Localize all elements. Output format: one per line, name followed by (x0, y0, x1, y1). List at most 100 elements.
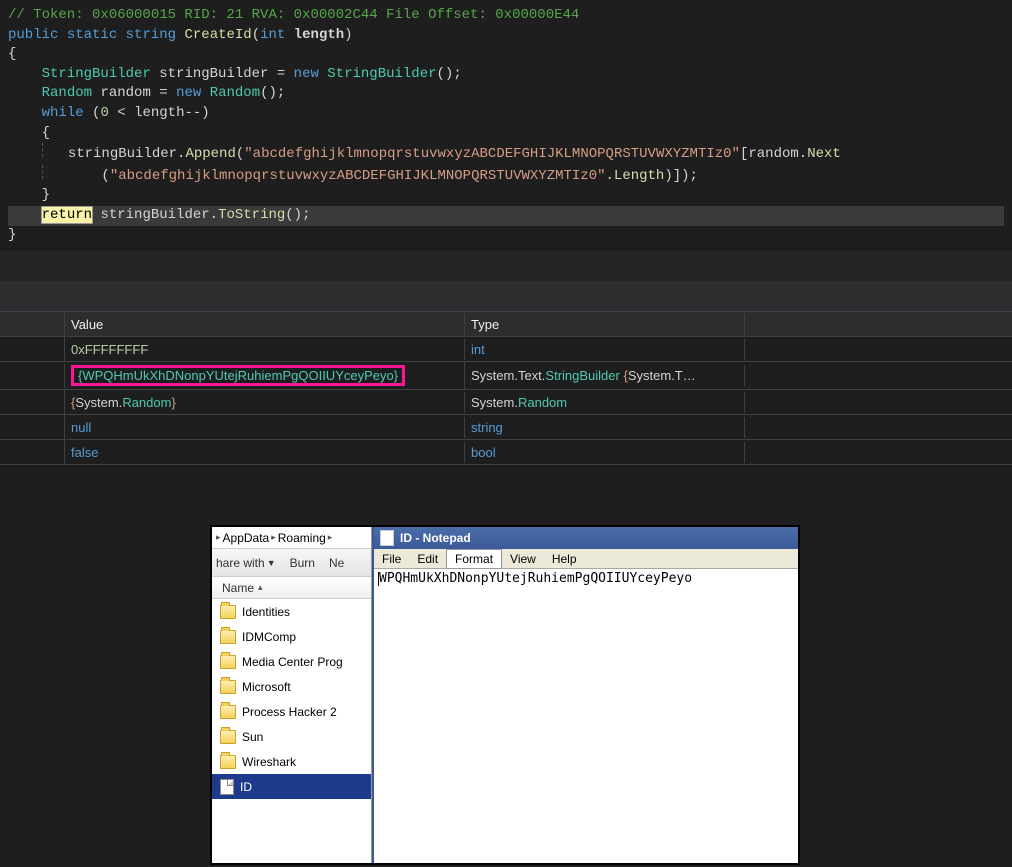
str-alpha1: "abcdefghijklmnopqrstuvwxyzABCDEFGHIJKLM… (244, 146, 740, 162)
menu-format[interactable]: Format (446, 549, 502, 569)
burn-button[interactable]: Burn (290, 556, 315, 570)
var-stringbuilder: stringBuilder (159, 66, 268, 82)
notepad-window: ID - Notepad FileEditFormatViewHelp WPQH… (372, 527, 798, 863)
grid-row[interactable]: null string (0, 415, 1012, 440)
locals-grid: Value Type 0xFFFFFFFF int {WPQHmUkXhDNon… (0, 311, 1012, 465)
chevron-icon[interactable]: ▸ (328, 532, 333, 543)
type-ns: System.Text. (471, 368, 545, 383)
menu-edit[interactable]: Edit (409, 550, 446, 568)
type-random2: Random (210, 85, 260, 101)
file-label: ID (240, 780, 252, 794)
file-label: Media Center Prog (242, 655, 343, 669)
kw-new2: new (176, 85, 201, 101)
panel-divider2 (0, 281, 1012, 311)
var-random2: random (748, 146, 798, 162)
grid-row[interactable]: false bool (0, 440, 1012, 465)
file-row[interactable]: Identities (212, 599, 371, 624)
sort-asc-icon[interactable]: ▴ (258, 582, 263, 593)
lit-zero: 0 (100, 105, 108, 121)
code-comment: // Token: 0x06000015 RID: 21 RVA: 0x0000… (8, 7, 579, 23)
grid-row[interactable]: {System.Random} System.Random (0, 390, 1012, 415)
prop-length: Length (614, 168, 664, 184)
ref-length: length (134, 105, 184, 121)
kw-string: string (126, 27, 176, 43)
file-list[interactable]: Identities IDMComp Media Center Prog Micros… (212, 599, 371, 863)
call-append: Append (185, 146, 235, 162)
file-row[interactable]: ID (212, 774, 371, 799)
type-string: string (471, 420, 503, 435)
highlighted-return: return (42, 207, 92, 223)
menu-file[interactable]: File (374, 550, 409, 568)
file-label: Identities (242, 605, 290, 619)
folder-icon (220, 705, 236, 719)
col-header-name[interactable]: Name (222, 581, 254, 595)
kw-while: while (42, 105, 84, 121)
col-header-type[interactable]: Type (465, 314, 745, 335)
file-row[interactable]: Process Hacker 2 (212, 699, 371, 724)
kw-int: int (260, 27, 285, 43)
grid-row[interactable]: 0xFFFFFFFF int (0, 337, 1012, 362)
explorer-toolbar: hare with▼ Burn Ne (212, 549, 371, 577)
call-tostring: ToString (218, 207, 285, 223)
method-name: CreateId (184, 27, 251, 43)
notepad-titlebar[interactable]: ID - Notepad (374, 527, 798, 549)
file-row[interactable]: Media Center Prog (212, 649, 371, 674)
param-length: length (294, 27, 344, 43)
highlighted-id-value: {WPQHmUkXhDNonpYUtejRuhiemPgQOIIUYceyPey… (71, 365, 405, 386)
var-sb3: stringBuilder (100, 207, 209, 223)
chevron-icon[interactable]: ▸ (271, 532, 276, 543)
type-sb: StringBuilder (545, 368, 619, 383)
col-header-value[interactable]: Value (65, 314, 465, 335)
type-random: Random (42, 85, 92, 101)
file-label: Process Hacker 2 (242, 705, 337, 719)
breadcrumb-seg[interactable]: Roaming (278, 531, 326, 545)
folder-icon (220, 605, 236, 619)
notepad-body[interactable]: WPQHmUkXhDNonpYUtejRuhiemPgQOIIUYceyPeyo (374, 569, 798, 863)
val-null: null (71, 420, 91, 435)
chevron-icon[interactable]: ▸ (216, 532, 221, 543)
file-label: IDMComp (242, 630, 296, 644)
explorer-pane: ▸ AppData ▸ Roaming ▸ hare with▼ Burn Ne… (212, 527, 372, 863)
file-icon (220, 779, 234, 795)
val-hex: 0xFFFFFFFF (71, 342, 148, 357)
grid-row[interactable]: {WPQHmUkXhDNonpYUtejRuhiemPgQOIIUYceyPey… (0, 362, 1012, 390)
menu-help[interactable]: Help (544, 550, 585, 568)
breadcrumb[interactable]: ▸ AppData ▸ Roaming ▸ (212, 527, 371, 549)
panel-divider (0, 251, 1012, 281)
new-button[interactable]: Ne (329, 556, 344, 570)
notepad-menu: FileEditFormatViewHelp (374, 549, 798, 569)
kw-static: static (67, 27, 117, 43)
type-int: int (471, 342, 485, 357)
file-label: Microsoft (242, 680, 291, 694)
kw-public: public (8, 27, 58, 43)
grid-header-row: Value Type (0, 312, 1012, 337)
breadcrumb-seg[interactable]: AppData (223, 531, 270, 545)
type-stringbuilder: StringBuilder (42, 66, 151, 82)
folder-icon (220, 730, 236, 744)
file-label: Wireshark (242, 755, 296, 769)
share-with-button[interactable]: hare with (216, 556, 265, 570)
type-stringbuilder2: StringBuilder (327, 66, 436, 82)
var-sb2: stringBuilder (68, 146, 177, 162)
type-random-g: Random (518, 395, 567, 410)
folder-icon (220, 630, 236, 644)
type-ns2: System. (471, 395, 518, 410)
type-bool: bool (471, 445, 496, 460)
list-header[interactable]: Name ▴ (212, 577, 371, 599)
folder-icon (220, 655, 236, 669)
file-row[interactable]: IDMComp (212, 624, 371, 649)
code-editor: // Token: 0x06000015 RID: 21 RVA: 0x0000… (0, 0, 1012, 251)
file-row[interactable]: Sun (212, 724, 371, 749)
file-row[interactable]: Microsoft (212, 674, 371, 699)
call-next: Next (807, 146, 841, 162)
folder-icon (220, 680, 236, 694)
notepad-text: WPQHmUkXhDNonpYUtejRuhiemPgQOIIUYceyPeyo (379, 571, 692, 586)
dropdown-icon[interactable]: ▼ (267, 558, 276, 568)
notepad-icon (380, 530, 394, 546)
menu-view[interactable]: View (502, 550, 544, 568)
file-label: Sun (242, 730, 263, 744)
file-row[interactable]: Wireshark (212, 749, 371, 774)
kw-new: new (294, 66, 319, 82)
notepad-title: ID - Notepad (400, 531, 471, 545)
folder-icon (220, 755, 236, 769)
